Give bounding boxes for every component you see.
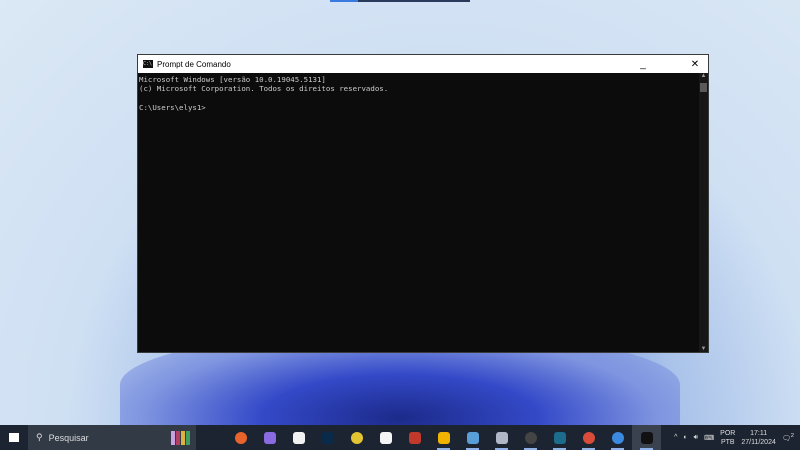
taskbar-app-paint[interactable]: [487, 425, 516, 450]
app-red-icon: [408, 431, 421, 444]
console-line: (c) Microsoft Corporation. Todos os dire…: [139, 84, 389, 94]
copilot-icon: [263, 431, 276, 444]
obs-icon: [524, 431, 537, 444]
lang-code: POR: [720, 429, 736, 437]
date: 27/11/2024: [741, 438, 776, 446]
taskbar-app-photoshop[interactable]: [313, 425, 342, 450]
taskbar-app-obs[interactable]: [516, 425, 545, 450]
taskbar-app-command-prompt[interactable]: [632, 425, 661, 450]
command-prompt-icon: [640, 431, 653, 444]
firefox-icon: [234, 431, 247, 444]
command-prompt-window[interactable]: C:\ Prompt de Comando _ ✕ Microsoft Wind…: [137, 54, 709, 353]
clock[interactable]: 17:11 27/11/2024: [741, 429, 776, 447]
chrome-icon: [350, 431, 363, 444]
network-icon[interactable]: ◐: [683, 434, 687, 441]
taskbar-app-notepad[interactable]: [458, 425, 487, 450]
microsoft-store-icon: [292, 431, 305, 444]
taskbar-app-firefox[interactable]: [226, 425, 255, 450]
top-edge-bar: [330, 0, 470, 2]
time: 17:11: [750, 429, 768, 437]
notifications-button[interactable]: 🗨︎2: [782, 433, 794, 442]
minimize-button[interactable]: _: [630, 59, 656, 70]
keyboard-icon[interactable]: ⌨︎: [704, 434, 714, 442]
photoshop-icon: [321, 431, 334, 444]
taskbar-app-file-explorer[interactable]: [429, 425, 458, 450]
taskbar-app-chrome-profile-1[interactable]: [574, 425, 603, 450]
window-title: Prompt de Comando: [157, 59, 231, 69]
chrome-profile-2-icon: [611, 431, 624, 444]
keyboard-layout: PTB: [720, 438, 735, 446]
taskbar-app-chrome-profile-2[interactable]: [603, 425, 632, 450]
scroll-thumb[interactable]: [700, 83, 707, 92]
console-prompt: C:\Users\elys1>: [139, 102, 206, 112]
search-highlight-icon: [171, 430, 190, 445]
taskbar-app-copilot[interactable]: [255, 425, 284, 450]
file-explorer-icon: [437, 431, 450, 444]
cmd-icon: C:\: [143, 60, 153, 68]
notification-count: 2: [790, 432, 794, 439]
taskbar-app-visual-studio[interactable]: [545, 425, 574, 450]
search-icon: ⚲: [36, 432, 43, 442]
notepad-icon: [466, 431, 479, 444]
start-button[interactable]: [0, 425, 28, 450]
taskbar-apps: [226, 425, 661, 450]
chrome-profile-1-icon: [582, 431, 595, 444]
show-hidden-icons[interactable]: ^: [674, 434, 677, 441]
search-placeholder: Pesquisar: [48, 432, 89, 443]
windows-icon: [9, 433, 19, 442]
taskbar-app-microsoft-store[interactable]: [284, 425, 313, 450]
console-line: Microsoft Windows [versão 10.0.19045.513…: [139, 75, 326, 84]
taskbar: ⚲ Pesquisar ^ ◐ 🔊︎ ⌨︎ POR PTB 17:11 27/11/…: [0, 425, 800, 450]
taskbar-app-capcut[interactable]: [371, 425, 400, 450]
console-output[interactable]: Microsoft Windows [versão 10.0.19045.513…: [138, 73, 699, 352]
language-indicator[interactable]: POR PTB: [720, 429, 735, 447]
taskbar-app-chrome[interactable]: [342, 425, 371, 450]
search-box[interactable]: ⚲ Pesquisar: [28, 425, 196, 450]
vertical-scrollbar[interactable]: ▲ ▼: [699, 73, 708, 352]
volume-icon[interactable]: 🔊︎: [694, 434, 698, 442]
taskbar-app-app-red[interactable]: [400, 425, 429, 450]
system-tray: ^ ◐ 🔊︎ ⌨︎ POR PTB 17:11 27/11/2024 🗨︎2: [674, 429, 800, 447]
close-button[interactable]: ✕: [682, 59, 708, 70]
title-bar[interactable]: C:\ Prompt de Comando _ ✕: [138, 55, 708, 73]
scroll-up-icon[interactable]: ▲: [699, 73, 708, 79]
capcut-icon: [379, 431, 392, 444]
visual-studio-icon: [553, 431, 566, 444]
paint-icon: [495, 431, 508, 444]
scroll-down-icon[interactable]: ▼: [699, 346, 708, 352]
